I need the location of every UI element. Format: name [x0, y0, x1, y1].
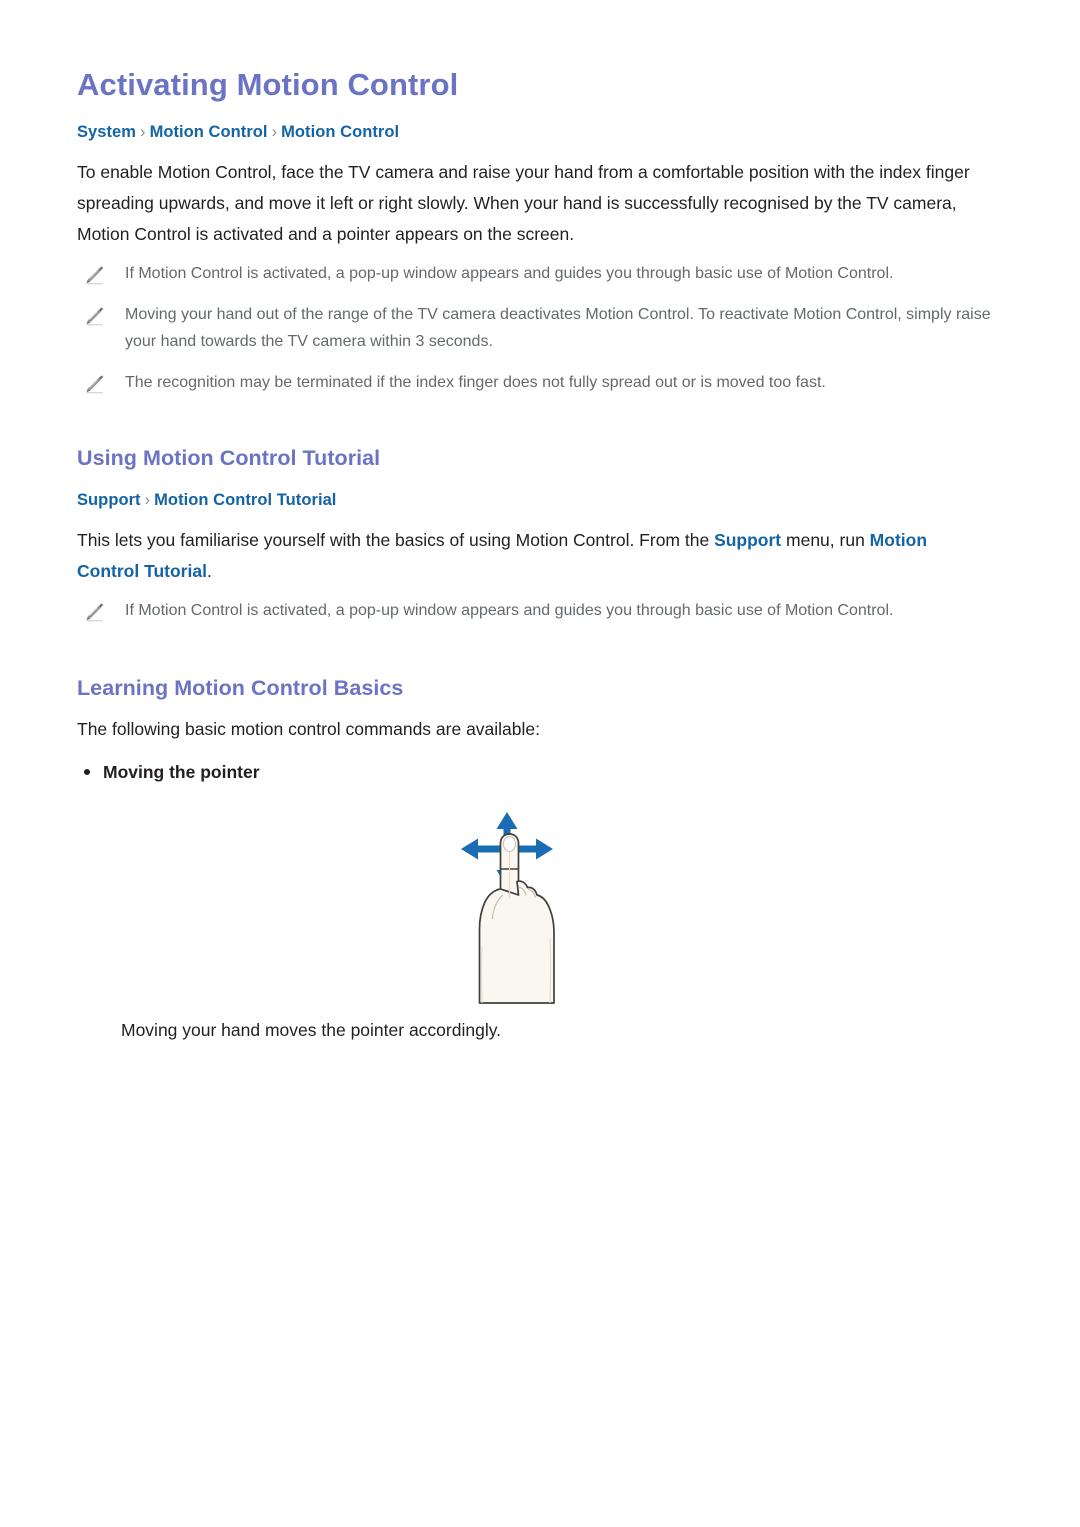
pencil-icon [84, 263, 106, 285]
note-item: If Motion Control is activated, a pop-up… [77, 260, 992, 287]
document-page: Activating Motion Control System › Motion … [0, 0, 1080, 1527]
tutorial-paragraph-part-3: . [206, 561, 212, 581]
chevron-right-icon: › [271, 123, 278, 141]
tutorial-paragraph: This lets you familiarise yourself with … [77, 525, 992, 587]
bullet-dot-icon [84, 769, 90, 775]
basics-intro-text: The following basic motion control comma… [77, 719, 541, 739]
breadcrumb-item-motion-control-2[interactable]: Motion Control [281, 123, 399, 141]
intro-paragraph: To enable Motion Control, face the TV ca… [77, 162, 970, 244]
note-text: If Motion Control is activated, a pop-up… [125, 602, 894, 619]
note-item: If Motion Control is activated, a pop-up… [77, 597, 992, 624]
bullet-item-moving-the-pointer: Moving the pointer [77, 759, 992, 785]
breadcrumb-item-motion-control-tutorial[interactable]: Motion Control Tutorial [154, 491, 336, 509]
note-text: Moving your hand out of the range of the… [125, 306, 991, 350]
bullet-label: Moving the pointer [103, 762, 260, 782]
pencil-icon [84, 372, 106, 394]
figure-moving-the-pointer [77, 807, 992, 1007]
page-content: Activating Motion Control System › Motion … [77, 0, 992, 1043]
note-text: If Motion Control is activated, a pop-up… [125, 265, 894, 282]
section-title-learning-motion-control-basics: Learning Motion Control Basics [77, 676, 404, 700]
tutorial-paragraph-part-2: menu, run [781, 530, 870, 550]
section-title-using-motion-control-tutorial: Using Motion Control Tutorial [77, 446, 381, 470]
chevron-right-icon: › [140, 123, 146, 141]
breadcrumb-support-motion-control-tutorial: Support › Motion Control Tutorial [77, 489, 992, 511]
breadcrumb-item-motion-control[interactable]: Motion Control [150, 123, 268, 141]
hand-pointing-up-with-four-way-arrows-icon [460, 812, 555, 1004]
breadcrumb-item-system[interactable]: System [77, 123, 136, 141]
figure-caption: Moving your hand moves the pointer accor… [121, 1020, 502, 1040]
pencil-icon [84, 600, 106, 622]
page-title: Activating Motion Control [77, 67, 459, 102]
hand-illustration [478, 833, 555, 1004]
pencil-icon [84, 304, 106, 326]
breadcrumb-item-support[interactable]: Support [77, 491, 141, 509]
chevron-right-icon: › [144, 491, 151, 509]
notes-list-intro: If Motion Control is activated, a pop-up… [77, 260, 992, 396]
tutorial-paragraph-part-1: This lets you familiarise yourself with … [77, 530, 715, 550]
note-item: The recognition may be terminated if the… [77, 369, 992, 396]
note-text: The recognition may be terminated if the… [125, 374, 826, 391]
note-item: Moving your hand out of the range of the… [77, 301, 992, 355]
menu-reference-support[interactable]: Support [714, 530, 781, 550]
notes-list-tutorial: If Motion Control is activated, a pop-up… [77, 597, 992, 624]
breadcrumb-system-motion-control: System › Motion Control › Motion Control [77, 121, 992, 143]
